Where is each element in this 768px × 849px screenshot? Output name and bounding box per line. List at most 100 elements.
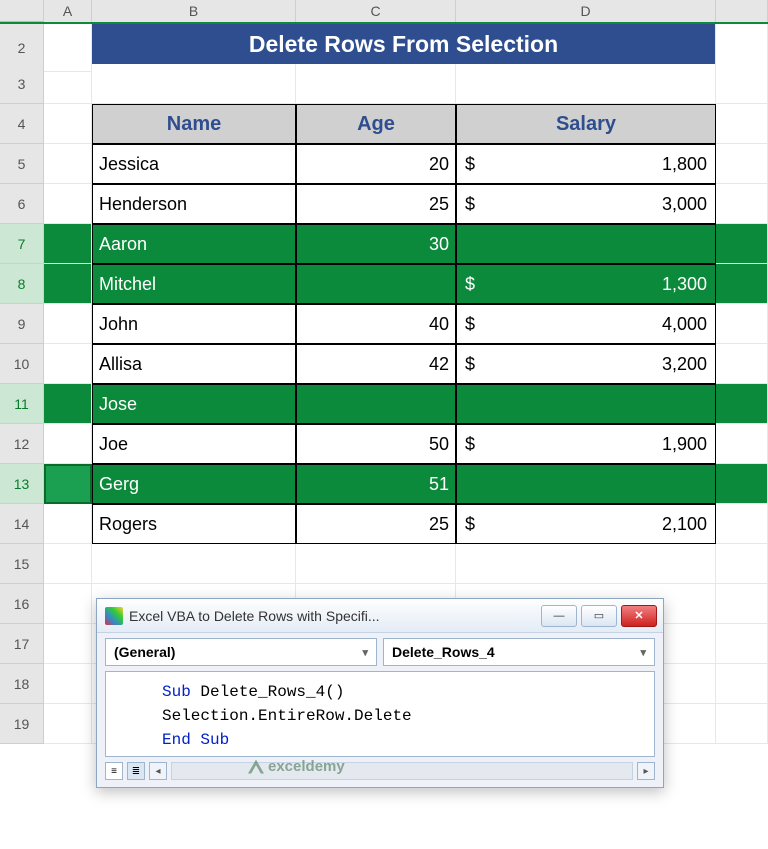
cell-salary-r5[interactable]: $1,800 xyxy=(456,144,716,184)
cell-age-r13[interactable]: 51 xyxy=(296,464,456,504)
vba-procedure-view-button[interactable]: ≣ xyxy=(127,762,145,780)
row-header-17[interactable]: 17 xyxy=(0,624,44,664)
cell-name-r11[interactable]: Jose xyxy=(92,384,296,424)
cell-name-r5[interactable]: Jessica xyxy=(92,144,296,184)
cell-age-r6[interactable]: 25 xyxy=(296,184,456,224)
cell-A17[interactable] xyxy=(44,624,92,664)
row-header-8[interactable]: 8 xyxy=(0,264,44,304)
blank-cell[interactable] xyxy=(716,464,768,504)
blank-cell[interactable] xyxy=(716,504,768,544)
cell-A19[interactable] xyxy=(44,704,92,744)
vba-code-window[interactable]: Excel VBA to Delete Rows with Specifi...… xyxy=(96,598,664,788)
minimize-button[interactable]: — xyxy=(541,605,577,627)
cell-salary-r8[interactable]: $1,300 xyxy=(456,264,716,304)
cell-A3[interactable] xyxy=(44,64,92,104)
blank-cell[interactable] xyxy=(716,144,768,184)
close-button[interactable]: ✕ xyxy=(621,605,657,627)
scroll-left-button[interactable]: ◂ xyxy=(149,762,167,780)
blank-cell[interactable] xyxy=(716,104,768,144)
row-header-16[interactable]: 16 xyxy=(0,584,44,624)
row-header-15[interactable]: 15 xyxy=(0,544,44,584)
row-header-6[interactable]: 6 xyxy=(0,184,44,224)
cell-A6[interactable] xyxy=(44,184,92,224)
row-header-11[interactable]: 11 xyxy=(0,384,44,424)
cell-age-r14[interactable]: 25 xyxy=(296,504,456,544)
cell-salary-r6[interactable]: $3,000 xyxy=(456,184,716,224)
blank-cell[interactable] xyxy=(716,224,768,264)
blank-cell[interactable] xyxy=(456,544,716,584)
col-header-A[interactable]: A xyxy=(44,0,92,22)
cell-A9[interactable] xyxy=(44,304,92,344)
cell-salary-r14[interactable]: $2,100 xyxy=(456,504,716,544)
blank-cell[interactable] xyxy=(716,584,768,624)
cell-salary-r10[interactable]: $3,200 xyxy=(456,344,716,384)
blank-cell[interactable] xyxy=(92,544,296,584)
blank-cell[interactable] xyxy=(716,664,768,704)
cell-salary-r9[interactable]: $4,000 xyxy=(456,304,716,344)
cell-A12[interactable] xyxy=(44,424,92,464)
row-header-14[interactable]: 14 xyxy=(0,504,44,544)
cell-name-r7[interactable]: Aaron xyxy=(92,224,296,264)
blank-cell[interactable] xyxy=(92,64,296,104)
cell-age-r12[interactable]: 50 xyxy=(296,424,456,464)
cell-A7[interactable] xyxy=(44,224,92,264)
cell-A15[interactable] xyxy=(44,544,92,584)
blank-cell[interactable] xyxy=(296,64,456,104)
table-header-name[interactable]: Name xyxy=(92,104,296,144)
maximize-button[interactable]: ▭ xyxy=(581,605,617,627)
cell-A14[interactable] xyxy=(44,504,92,544)
cell-age-r9[interactable]: 40 xyxy=(296,304,456,344)
blank-cell[interactable] xyxy=(716,64,768,104)
cell-age-r10[interactable]: 42 xyxy=(296,344,456,384)
cell-salary-r11[interactable] xyxy=(456,384,716,424)
blank-cell[interactable] xyxy=(716,424,768,464)
blank-cell[interactable] xyxy=(716,704,768,744)
cell-name-r10[interactable]: Allisa xyxy=(92,344,296,384)
col-header-B[interactable]: B xyxy=(92,0,296,22)
blank-cell[interactable] xyxy=(296,544,456,584)
cell-age-r8[interactable] xyxy=(296,264,456,304)
cell-A18[interactable] xyxy=(44,664,92,704)
blank-cell[interactable] xyxy=(716,304,768,344)
horizontal-scrollbar[interactable] xyxy=(171,762,633,780)
row-header-12[interactable]: 12 xyxy=(0,424,44,464)
cell-name-r14[interactable]: Rogers xyxy=(92,504,296,544)
cell-salary-r7[interactable] xyxy=(456,224,716,264)
row-header-18[interactable]: 18 xyxy=(0,664,44,704)
col-header-extra[interactable] xyxy=(716,0,768,22)
blank-cell[interactable] xyxy=(716,264,768,304)
vba-object-dropdown[interactable]: (General) ▾ xyxy=(105,638,377,666)
vba-code-pane[interactable]: Sub Delete_Rows_4() Selection.EntireRow.… xyxy=(105,671,655,757)
cell-name-r6[interactable]: Henderson xyxy=(92,184,296,224)
vba-procedure-dropdown[interactable]: Delete_Rows_4 ▾ xyxy=(383,638,655,666)
cell-A11[interactable] xyxy=(44,384,92,424)
row-header-19[interactable]: 19 xyxy=(0,704,44,744)
blank-cell[interactable] xyxy=(716,544,768,584)
cell-A4[interactable] xyxy=(44,104,92,144)
row-header-4[interactable]: 4 xyxy=(0,104,44,144)
vba-full-module-view-button[interactable]: ≡ xyxy=(105,762,123,780)
select-all-corner[interactable] xyxy=(0,0,44,22)
row-header-13[interactable]: 13 xyxy=(0,464,44,504)
table-header-age[interactable]: Age xyxy=(296,104,456,144)
cell-age-r5[interactable]: 20 xyxy=(296,144,456,184)
row-header-9[interactable]: 9 xyxy=(0,304,44,344)
blank-cell[interactable] xyxy=(456,64,716,104)
blank-cell[interactable] xyxy=(716,384,768,424)
col-header-D[interactable]: D xyxy=(456,0,716,22)
vba-titlebar[interactable]: Excel VBA to Delete Rows with Specifi...… xyxy=(97,599,663,633)
blank-cell[interactable] xyxy=(716,184,768,224)
cell-A5[interactable] xyxy=(44,144,92,184)
cell-age-r7[interactable]: 30 xyxy=(296,224,456,264)
blank-cell[interactable] xyxy=(716,344,768,384)
cell-age-r11[interactable] xyxy=(296,384,456,424)
cell-name-r9[interactable]: John xyxy=(92,304,296,344)
col-header-C[interactable]: C xyxy=(296,0,456,22)
row-header-3[interactable]: 3 xyxy=(0,64,44,104)
row-header-7[interactable]: 7 xyxy=(0,224,44,264)
cell-A8[interactable] xyxy=(44,264,92,304)
scroll-right-button[interactable]: ▸ xyxy=(637,762,655,780)
cell-name-r13[interactable]: Gerg xyxy=(92,464,296,504)
cell-salary-r13[interactable] xyxy=(456,464,716,504)
blank-cell[interactable] xyxy=(716,624,768,664)
